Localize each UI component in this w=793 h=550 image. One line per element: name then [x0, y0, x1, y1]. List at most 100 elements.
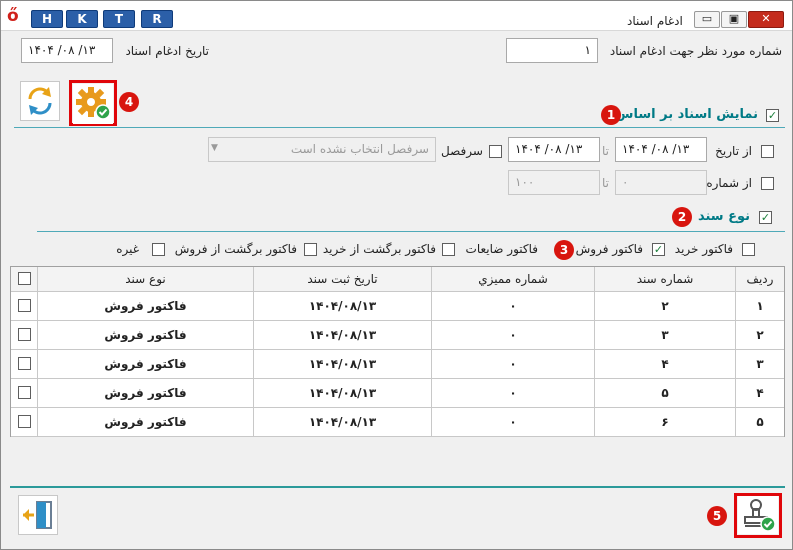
- header-audit-no[interactable]: شماره مميزي: [432, 267, 595, 292]
- merge-date-label: تاریخ ادغام اسناد: [125, 44, 209, 58]
- annotation-badge-5: 5: [707, 506, 727, 526]
- to-number-input[interactable]: ۱۰۰: [508, 170, 600, 195]
- from-number-checkbox[interactable]: [761, 177, 774, 190]
- header-doc-type[interactable]: نوع سند: [38, 267, 254, 292]
- merge-date-input[interactable]: ۱۴۰۴ /۰۸ /۱۳: [21, 38, 113, 63]
- header-doc-no[interactable]: شماره سند: [595, 267, 736, 292]
- filter-divider: [14, 127, 785, 128]
- tab-k-button[interactable]: K: [66, 10, 98, 28]
- row-doc-type: فاکتور فروش: [38, 408, 254, 436]
- purchase-invoice-label: فاکتور خرید: [674, 242, 733, 256]
- row-checkbox[interactable]: [18, 357, 31, 370]
- table-row[interactable]: فاکتور فروش ۱۴۰۴/۰۸/۱۳ ۰ ۲ ۱: [11, 292, 784, 321]
- other-label: غیره: [116, 242, 139, 256]
- sales-return-checkbox[interactable]: [152, 243, 165, 256]
- row-index: ۱: [756, 299, 764, 313]
- heading-checkbox[interactable]: [489, 145, 502, 158]
- row-index: ۲: [756, 328, 764, 342]
- row-doc-type: فاکتور فروش: [38, 321, 254, 349]
- confirm-merge-button[interactable]: [738, 496, 778, 534]
- documents-table: نوع سند تاریخ ثبت سند شماره مميزي شماره …: [10, 266, 785, 437]
- row-index: ۴: [756, 386, 764, 400]
- row-reg-date: ۱۴۰۴/۰۸/۱۳: [254, 379, 432, 407]
- minimize-button[interactable]: ▭: [694, 11, 720, 28]
- annotation-badge-4: 4: [119, 92, 139, 112]
- row-index: ۳: [756, 357, 764, 371]
- annotation-badge-1: 1: [601, 105, 621, 125]
- row-doc-no: ۵: [595, 379, 736, 407]
- to-number-label: تا: [602, 176, 609, 190]
- waste-invoice-checkbox[interactable]: [442, 243, 455, 256]
- annotation-badge-3: 3: [554, 240, 574, 260]
- waste-invoice-label: فاکتور ضایعات: [465, 242, 538, 256]
- header-row[interactable]: ردیف: [736, 267, 784, 292]
- from-date-input[interactable]: ۱۴۰۴ /۰۸ /۱۳: [615, 137, 707, 162]
- bottom-divider: [10, 486, 785, 488]
- from-date-checkbox[interactable]: [761, 145, 774, 158]
- target-doc-label: شماره مورد نظر جهت ادغام اسناد: [609, 44, 782, 58]
- exit-button[interactable]: [18, 495, 58, 535]
- purchase-return-checkbox[interactable]: [304, 243, 317, 256]
- sales-invoice-label: فاکتور فروش: [575, 242, 643, 256]
- from-number-input[interactable]: ۰: [615, 170, 707, 195]
- title-bar: ő H K T R ادغام اسناد ▭ ▣ ✕: [1, 1, 792, 31]
- row-doc-type: فاکتور فروش: [38, 350, 254, 378]
- row-reg-date: ۱۴۰۴/۰۸/۱۳: [254, 408, 432, 436]
- filter-section-title: نمایش اسناد بر اساس: [615, 107, 758, 122]
- row-checkbox[interactable]: [18, 299, 31, 312]
- target-doc-input[interactable]: ۱: [506, 38, 598, 63]
- row-audit-no: ۰: [432, 350, 595, 378]
- to-date-input[interactable]: ۱۴۰۴ /۰۸ /۱۳: [508, 137, 600, 162]
- row-audit-no: ۰: [432, 408, 595, 436]
- row-audit-no: ۰: [432, 292, 595, 320]
- doc-type-enable-checkbox[interactable]: ✓: [759, 211, 772, 224]
- row-doc-type: فاکتور فروش: [38, 292, 254, 320]
- heading-select[interactable]: سرفصل انتخاب نشده است: [208, 137, 436, 162]
- chevron-down-icon: ▼: [211, 143, 218, 153]
- refresh-icon: [28, 87, 52, 115]
- table-row[interactable]: فاکتور فروش ۱۴۰۴/۰۸/۱۳ ۰ ۶ ۵: [11, 408, 784, 437]
- filter-enable-checkbox[interactable]: ✓: [766, 109, 779, 122]
- row-doc-no: ۲: [595, 292, 736, 320]
- from-number-label: از شماره: [706, 176, 752, 190]
- annotation-badge-2: 2: [672, 207, 692, 227]
- heading-label: سرفصل: [441, 144, 483, 158]
- maximize-button[interactable]: ▣: [721, 11, 747, 28]
- header-reg-date[interactable]: تاریخ ثبت سند: [254, 267, 432, 292]
- tab-h-button[interactable]: H: [31, 10, 63, 28]
- row-doc-no: ۶: [595, 408, 736, 436]
- purchase-invoice-checkbox[interactable]: [742, 243, 755, 256]
- stamp-confirm-icon: [744, 499, 776, 532]
- row-doc-type: فاکتور فروش: [38, 379, 254, 407]
- select-all-checkbox[interactable]: [18, 272, 31, 285]
- refresh-button[interactable]: [20, 81, 60, 121]
- table-row[interactable]: فاکتور فروش ۱۴۰۴/۰۸/۱۳ ۰ ۳ ۲: [11, 321, 784, 350]
- row-reg-date: ۱۴۰۴/۰۸/۱۳: [254, 321, 432, 349]
- row-doc-no: ۴: [595, 350, 736, 378]
- row-checkbox[interactable]: [18, 386, 31, 399]
- row-checkbox[interactable]: [18, 328, 31, 341]
- row-checkbox[interactable]: [18, 415, 31, 428]
- tab-r-button[interactable]: R: [141, 10, 173, 28]
- close-button[interactable]: ✕: [748, 11, 784, 28]
- row-doc-no: ۳: [595, 321, 736, 349]
- doc-type-divider: [37, 231, 785, 232]
- merge-documents-window: ő H K T R ادغام اسناد ▭ ▣ ✕ شماره مورد ن…: [0, 0, 793, 550]
- sales-return-label: فاکتور برگشت از فروش: [174, 242, 297, 256]
- select-all-header[interactable]: [11, 267, 38, 292]
- from-date-label: از تاریخ: [715, 144, 752, 158]
- table-row[interactable]: فاکتور فروش ۱۴۰۴/۰۸/۱۳ ۰ ۵ ۴: [11, 379, 784, 408]
- row-index: ۵: [756, 415, 764, 429]
- settings-button[interactable]: [73, 84, 113, 124]
- purchase-return-label: فاکتور برگشت از خرید: [322, 242, 436, 256]
- to-date-label: تا: [602, 144, 609, 158]
- row-audit-no: ۰: [432, 321, 595, 349]
- row-audit-no: ۰: [432, 379, 595, 407]
- doc-type-section-title: نوع سند: [697, 209, 750, 224]
- app-logo: ő: [7, 6, 19, 26]
- table-row[interactable]: فاکتور فروش ۱۴۰۴/۰۸/۱۳ ۰ ۴ ۳: [11, 350, 784, 379]
- sales-invoice-checkbox[interactable]: ✓: [652, 243, 665, 256]
- tab-t-button[interactable]: T: [103, 10, 135, 28]
- row-reg-date: ۱۴۰۴/۰۸/۱۳: [254, 350, 432, 378]
- row-reg-date: ۱۴۰۴/۰۸/۱۳: [254, 292, 432, 320]
